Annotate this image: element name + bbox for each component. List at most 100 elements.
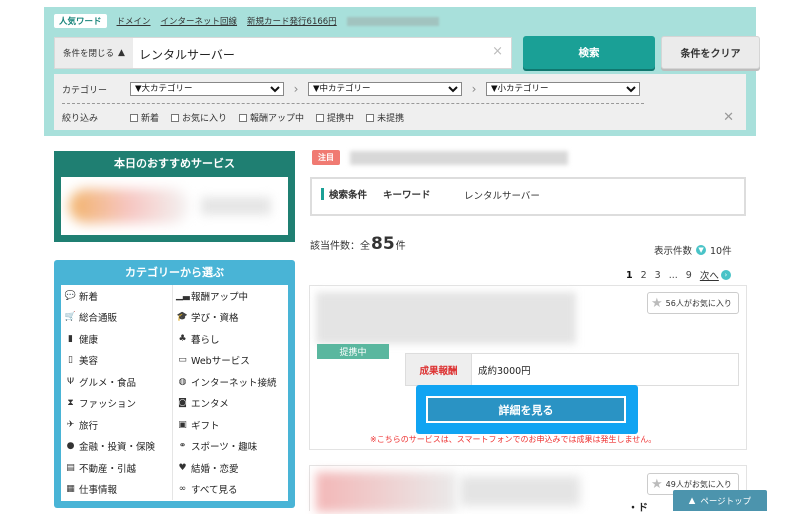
service-banner-blur xyxy=(460,476,580,506)
filter-affiliated-checkbox[interactable]: 提携中 xyxy=(316,111,354,124)
category-box-title: カテゴリーから選ぶ xyxy=(125,266,224,279)
star-icon: ★ xyxy=(651,476,663,492)
popular-link-domain[interactable]: ドメイン xyxy=(117,15,151,27)
category-new[interactable]: 💬 新着 xyxy=(61,285,173,307)
category-internet[interactable]: ◍ インターネット接続 xyxy=(173,371,288,393)
bone-icon: ⚭ xyxy=(178,441,187,452)
category-shopping[interactable]: 🛒 総合通販 xyxy=(61,306,173,328)
notice-badge: 注目 xyxy=(312,150,340,165)
fork-knife-icon: Ψ xyxy=(66,376,75,387)
recommended-service-box: 本日のおすすめサービス xyxy=(54,151,295,242)
category-view-all[interactable]: ∞ すべて見る xyxy=(173,479,288,501)
next-page-link[interactable]: 次へ xyxy=(700,268,719,282)
close-filter-icon[interactable]: ✕ xyxy=(723,110,734,125)
page-link[interactable]: 2 xyxy=(641,270,647,281)
checkbox-icon[interactable] xyxy=(239,113,248,122)
star-icon: ★ xyxy=(651,295,663,311)
cart-icon: 🛒 xyxy=(64,312,77,323)
view-details-button[interactable]: 詳細を見る xyxy=(426,396,626,423)
popular-words-row: 人気ワード ドメイン インターネット回線 新規カード発行6166円 xyxy=(54,14,439,28)
filter-unaffiliated-checkbox[interactable]: 未提携 xyxy=(366,111,404,124)
favorite-button[interactable]: ★ 56人がお気に入り xyxy=(647,292,739,314)
category-entertainment[interactable]: ◙ エンタメ xyxy=(173,393,288,415)
globe-icon: ◍ xyxy=(178,376,187,387)
service-card: 提携中 ★ 56人がお気に入り 成果報酬 成約3000円 詳細を見る ※こちらの… xyxy=(309,285,747,450)
category-marriage[interactable]: ♥ 結婚・恋愛 xyxy=(173,457,288,479)
category-living[interactable]: ♣ 暮らし xyxy=(173,328,288,350)
category-fashion[interactable]: ⧗ ファッション xyxy=(61,392,173,414)
bottle-icon: ▮ xyxy=(68,333,73,344)
small-category-select[interactable]: ▼小カテゴリー xyxy=(486,82,640,96)
category-gourmet[interactable]: Ψ グルメ・食品 xyxy=(61,371,173,393)
category-travel[interactable]: ✈ 旅行 xyxy=(61,414,173,436)
category-gift[interactable]: ▣ ギフト xyxy=(173,414,288,436)
blurred-notice-text[interactable] xyxy=(350,151,568,165)
chevron-right-icon[interactable]: › xyxy=(720,270,731,280)
filter-reward-up-checkbox[interactable]: 報酬アップ中 xyxy=(239,111,304,124)
display-count-value: 10件 xyxy=(710,246,732,257)
category-finance[interactable]: ● 金融・投資・保険 xyxy=(61,435,173,457)
chat-bubble-icon: 💬 xyxy=(64,290,77,301)
page-link[interactable]: 3 xyxy=(655,270,661,281)
category-web-service[interactable]: ▭ Webサービス xyxy=(173,350,288,372)
chevron-down-icon[interactable]: ▼ xyxy=(696,245,707,255)
triangle-up-icon: ▲ xyxy=(118,48,125,58)
filter-new-checkbox[interactable]: 新着 xyxy=(130,111,159,124)
close-conditions-label: 条件を閉じる xyxy=(63,49,115,59)
favorite-count: 49人がお気に入り xyxy=(665,479,732,489)
service-banner[interactable] xyxy=(316,292,576,344)
keyword-input[interactable]: レンタルサーバー xyxy=(139,46,235,63)
card-note: ※こちらのサービスは、スマートフォンでのお申込みでは成果は発生しません。 xyxy=(370,435,657,444)
category-learning[interactable]: 🎓 学び・資格 xyxy=(173,307,288,329)
result-count: 該当件数：全 85 件 xyxy=(310,234,406,254)
money-bag-icon: ● xyxy=(66,441,75,452)
checkbox-icon[interactable] xyxy=(171,113,180,122)
binoculars-icon: ∞ xyxy=(178,484,187,495)
display-count-label: 表示件数 xyxy=(654,246,693,257)
clear-conditions-button[interactable]: 条件をクリア xyxy=(661,36,760,69)
checkbox-icon[interactable] xyxy=(316,113,325,122)
conditions-label: 検索条件 xyxy=(329,190,368,201)
medium-category-select[interactable]: ▼中カテゴリー xyxy=(308,82,462,96)
favorite-count: 56人がお気に入り xyxy=(665,298,732,308)
page-top-button[interactable]: ▲ ページトップ xyxy=(673,490,767,511)
category-real-estate[interactable]: ▤ 不動産・引越 xyxy=(61,457,173,479)
page-current: 1 xyxy=(626,269,633,281)
recommended-title: 本日のおすすめサービス xyxy=(114,157,235,170)
service-banner[interactable] xyxy=(316,472,456,512)
pagination: 1 2 3 ... 9 次へ › xyxy=(626,268,731,282)
popular-link-internet[interactable]: インターネット回線 xyxy=(161,15,238,27)
close-conditions-button[interactable]: 条件を閉じる ▲ xyxy=(55,38,133,68)
category-jobs[interactable]: ▦ 仕事情報 xyxy=(61,478,173,500)
graduation-cap-icon: 🎓 xyxy=(176,312,189,323)
divider xyxy=(62,103,644,104)
detail-button-highlight: 詳細を見る xyxy=(416,385,638,434)
page-ellipsis: ... xyxy=(668,269,678,281)
bar-chart-icon: ▁▃ xyxy=(176,290,190,301)
display-count-control[interactable]: 表示件数 ▼ 10件 xyxy=(654,243,732,257)
category-reward-up[interactable]: ▁▃ 報酬アップ中 xyxy=(173,285,288,307)
reward-table: 成果報酬 成約3000円 xyxy=(405,353,739,386)
narrow-row: 絞り込み 新着 お気に入り 報酬アップ中 提携中 未提携 xyxy=(62,111,416,124)
truck-icon: ▤ xyxy=(66,462,75,473)
popular-link-new-card[interactable]: 新規カード発行6166円 xyxy=(247,15,337,27)
large-category-select[interactable]: ▼大カテゴリー xyxy=(130,82,284,96)
result-count-number: 85 xyxy=(371,234,395,254)
recommended-banner[interactable] xyxy=(61,177,288,235)
category-sports[interactable]: ⚭ スポーツ・趣味 xyxy=(173,436,288,458)
category-beauty[interactable]: ▯ 美容 xyxy=(61,349,173,371)
popular-words-tag: 人気ワード xyxy=(54,14,107,28)
category-grid: 💬 新着 ▁▃ 報酬アップ中 🛒 総合通販 🎓 学び・資格 ▮ 健康 ♣ 暮らし ▯ 美容 ▭… xyxy=(61,285,288,501)
checkbox-icon[interactable] xyxy=(130,113,138,122)
search-button[interactable]: 検索 xyxy=(523,36,655,69)
category-health[interactable]: ▮ 健康 xyxy=(61,328,173,350)
checkbox-icon[interactable] xyxy=(366,113,375,122)
filter-favorite-checkbox[interactable]: お気に入り xyxy=(171,111,227,124)
monitor-icon: ▭ xyxy=(178,355,187,366)
clear-keyword-icon[interactable]: × xyxy=(492,44,503,59)
card-text-fragment: ・ド xyxy=(628,503,648,514)
page-link[interactable]: 9 xyxy=(686,270,692,281)
filter-box: カテゴリー ▼大カテゴリー › ▼中カテゴリー › ▼小カテゴリー 絞り込み 新… xyxy=(54,74,746,130)
category-row: カテゴリー ▼大カテゴリー › ▼中カテゴリー › ▼小カテゴリー xyxy=(62,82,640,96)
blurred-popular-link[interactable] xyxy=(346,16,439,26)
